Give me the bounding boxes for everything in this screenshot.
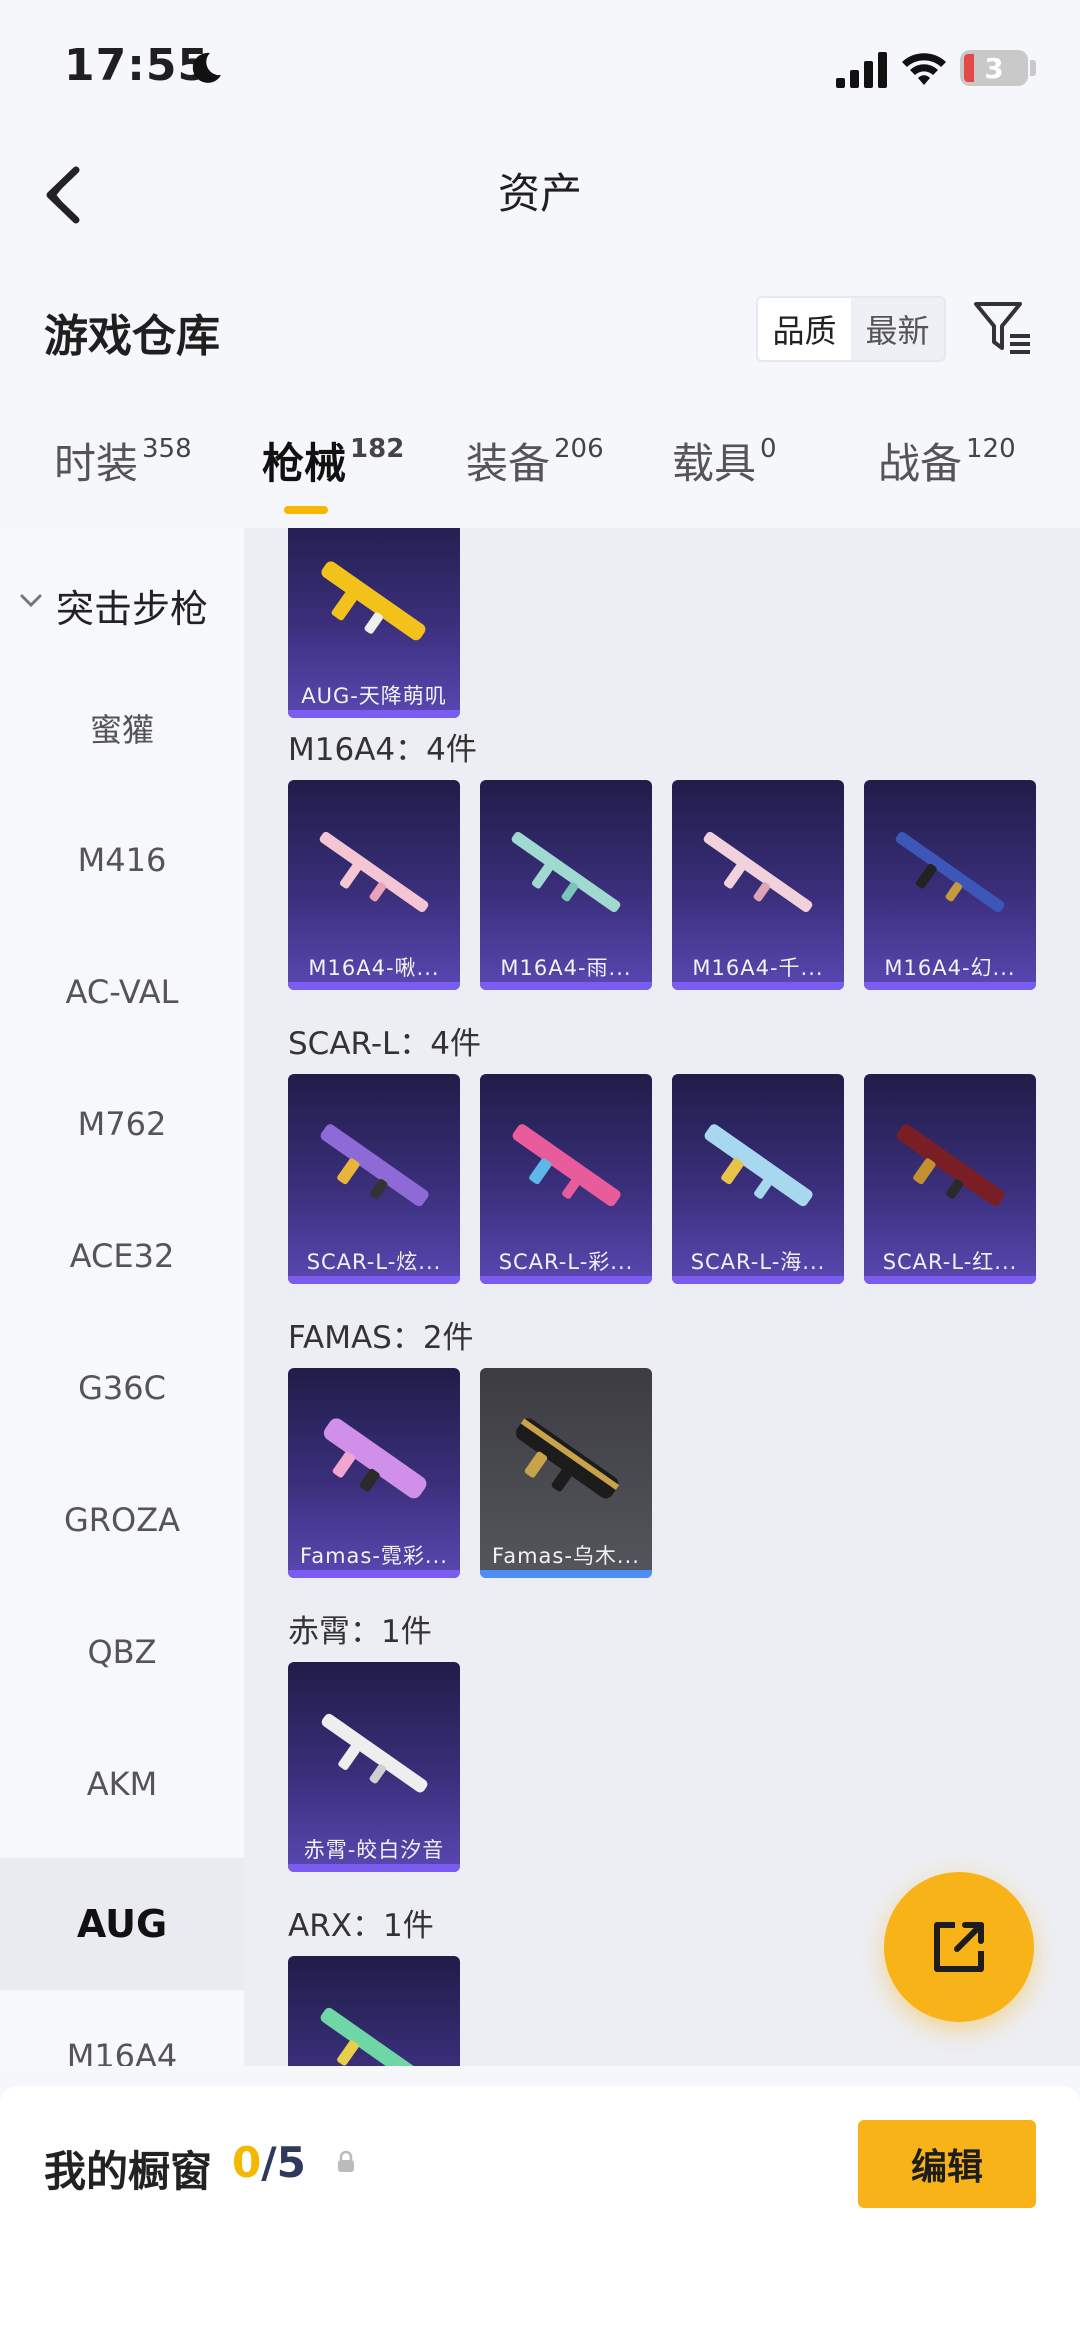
sidebar-item-ace32[interactable]: ACE32 — [0, 1190, 244, 1322]
weapon-card-name: Famas-乌木... — [492, 1544, 640, 1568]
lock-icon — [338, 2150, 354, 2172]
group-title-m16a4: M16A4：4件 — [288, 732, 477, 768]
rifle-icon — [896, 1124, 1005, 1207]
battery-level: 3 — [984, 52, 1004, 85]
weapon-card[interactable]: Famas-乌木... — [480, 1368, 652, 1578]
sidebar-item-m16a4[interactable]: M16A4 — [0, 1990, 244, 2066]
showcase-bar: 我的橱窗 0/5 编辑 — [0, 2086, 1080, 2337]
weapon-card[interactable]: SCAR-L-红... — [864, 1074, 1036, 1284]
weapon-card[interactable]: SCAR-L-海... — [672, 1074, 844, 1284]
rifle-icon — [320, 2007, 428, 2066]
weapon-card[interactable]: SCAR-L-彩... — [480, 1074, 652, 1284]
tab-equipment[interactable]: 装备 206 — [466, 430, 604, 491]
weapon-card-name: SCAR-L-海... — [690, 1250, 826, 1274]
sidebar-item-g36c[interactable]: G36C — [0, 1322, 244, 1454]
category-tabs: 时装 358 枪械 182 装备 206 载具 0 战备 120 — [0, 430, 1080, 530]
group-title-chixiao: 赤霄：1件 — [288, 1614, 432, 1650]
warehouse-title: 游戏仓库 — [44, 311, 220, 362]
nav-bar: 资产 — [0, 130, 1080, 250]
rifle-icon — [703, 831, 813, 913]
weapon-card-name: SCAR-L-炫... — [306, 1250, 442, 1274]
weapon-card-name: M16A4-啾... — [308, 956, 440, 980]
weapon-card[interactable]: M16A4-幻... — [864, 780, 1036, 990]
chevron-down-icon — [20, 594, 42, 608]
tab-supplies[interactable]: 战备 120 — [878, 430, 1016, 491]
sidebar-group-assault-rifles[interactable]: 突击步枪 — [0, 568, 244, 638]
weapon-grid: AUG-天降萌叽 M16A4：4件 M16A4-啾... M16A4-雨... … — [244, 528, 1080, 2066]
edit-button[interactable]: 编辑 — [858, 2120, 1036, 2208]
weapon-card-name: Famas-霓彩... — [300, 1544, 448, 1568]
weapon-card-name: SCAR-L-红... — [882, 1250, 1018, 1274]
tab-fashion[interactable]: 时装 358 — [54, 430, 192, 491]
rifle-icon — [895, 831, 1005, 913]
weapon-card[interactable]: AUG-天降萌叽 — [288, 528, 460, 718]
wifi-icon — [902, 53, 946, 85]
weapon-sidebar: 突击步枪 蜜獾 M416 AC-VAL M762 ACE32 G36C GROZ… — [0, 528, 244, 2066]
group-title-scar-l: SCAR-L：4件 — [288, 1026, 481, 1062]
weapon-card[interactable]: M16A4-啾... — [288, 780, 460, 990]
sort-quality[interactable]: 品质 — [758, 298, 851, 360]
sidebar-item-m416[interactable]: M416 — [0, 794, 244, 926]
weapon-card-name: M16A4-雨... — [500, 956, 632, 980]
sort-toggle: 品质 最新 — [756, 296, 946, 362]
rifle-icon — [319, 831, 429, 913]
group-title-arx: ARX：1件 — [288, 1908, 434, 1944]
share-icon — [934, 1922, 984, 1972]
share-button[interactable] — [884, 1872, 1034, 2022]
tab-vehicles[interactable]: 载具 0 — [672, 430, 777, 491]
status-bar: 17:55 3 — [0, 0, 1080, 130]
rifle-icon — [512, 1124, 621, 1207]
weapon-card-name: SCAR-L-彩... — [498, 1250, 634, 1274]
weapon-card-name: AUG-天降萌叽 — [301, 684, 447, 708]
sort-newest[interactable]: 最新 — [851, 298, 944, 360]
showcase-label: 我的橱窗 — [44, 2147, 213, 2196]
sidebar-item-akm[interactable]: AKM — [0, 1718, 244, 1850]
sidebar-item-aug[interactable]: AUG — [0, 1858, 244, 1990]
group-title-famas: FAMAS：2件 — [288, 1320, 474, 1356]
page-title: 资产 — [497, 169, 582, 218]
rifle-icon — [321, 1713, 428, 1793]
sidebar-item-honey-badger[interactable]: 蜜獾 — [0, 662, 244, 794]
rifle-icon — [511, 831, 621, 913]
battery-icon: 3 — [960, 50, 1028, 86]
weapon-card[interactable]: M16A4-千... — [672, 780, 844, 990]
rifle-icon — [704, 1124, 813, 1207]
tab-firearms[interactable]: 枪械 182 — [262, 430, 404, 491]
filter-icon[interactable] — [970, 296, 1034, 360]
sidebar-item-qbz[interactable]: QBZ — [0, 1586, 244, 1718]
sidebar-item-groza[interactable]: GROZA — [0, 1454, 244, 1586]
weapon-card[interactable]: M16A4-雨... — [480, 780, 652, 990]
weapon-card-name: M16A4-千... — [692, 956, 824, 980]
weapon-card[interactable]: SCAR-L-炫... — [288, 1074, 460, 1284]
weapon-card-name: M16A4-幻... — [884, 956, 1016, 980]
signal-icon — [836, 52, 887, 88]
active-tab-indicator — [284, 506, 328, 514]
weapon-card[interactable]: Famas-霓彩... — [288, 1368, 460, 1578]
weapon-card[interactable]: 赤霄-皎白汐音 — [288, 1662, 460, 1872]
weapon-card[interactable] — [288, 1956, 460, 2066]
showcase-count: 0/5 — [232, 2138, 306, 2187]
moon-icon — [192, 52, 221, 83]
rifle-icon — [515, 1418, 620, 1499]
rifle-icon — [321, 561, 426, 641]
rifle-icon — [320, 1124, 429, 1207]
rifle-icon — [323, 1418, 427, 1499]
sidebar-item-ac-val[interactable]: AC-VAL — [0, 926, 244, 1058]
sidebar-item-m762[interactable]: M762 — [0, 1058, 244, 1190]
weapon-card-name: 赤霄-皎白汐音 — [303, 1838, 445, 1862]
